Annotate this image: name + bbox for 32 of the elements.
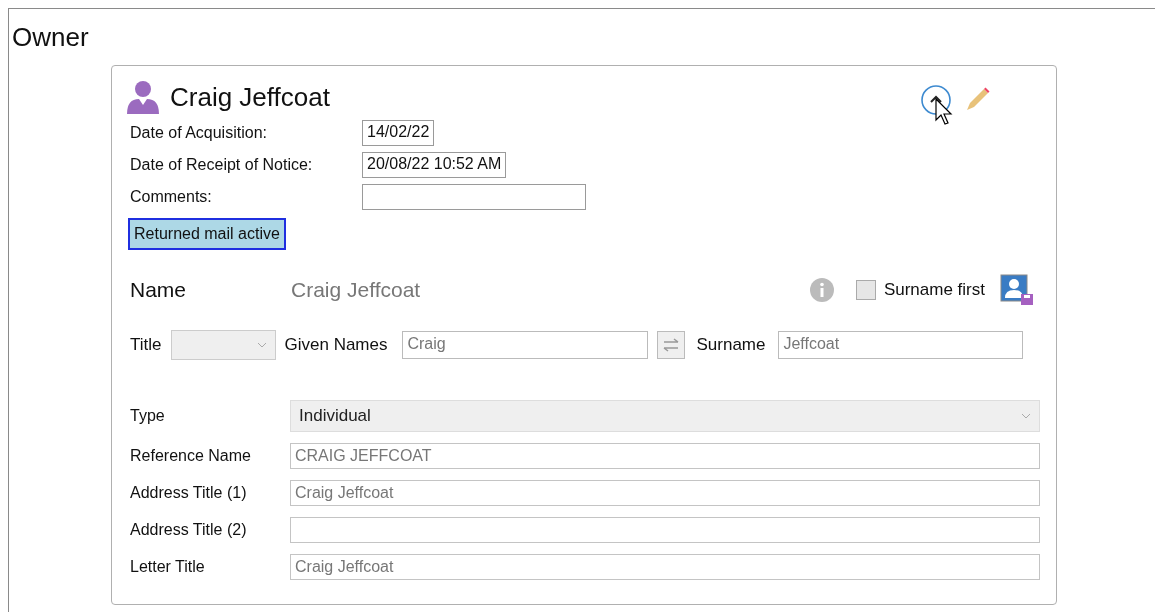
field-label: Letter Title	[130, 558, 206, 576]
section-title: Owner	[12, 21, 90, 53]
field-label: Title	[130, 335, 162, 355]
field-label: Type	[130, 407, 166, 425]
input-field[interactable]: 14/02/22	[362, 120, 435, 146]
input-field[interactable]	[362, 184, 586, 210]
input-field[interactable]: 20/08/22 10:52 AM	[362, 152, 507, 178]
field-label: Address Title (2)	[130, 521, 248, 539]
section-heading: Name	[130, 278, 188, 302]
collapse-button[interactable]	[920, 84, 952, 116]
status-badge: Returned mail active	[128, 218, 286, 250]
field-label: Surname	[696, 335, 766, 355]
info-icon[interactable]	[809, 278, 834, 302]
owner-name: Craig Jeffcoat	[170, 81, 330, 113]
display-name: Craig Jeffcoat	[291, 278, 422, 302]
field-label: Given Names	[284, 335, 388, 355]
field-label: Date of Acquisition:	[130, 124, 268, 142]
cursor-icon	[935, 98, 955, 126]
type-dropdown[interactable]: Individual	[290, 400, 1040, 432]
chevron-down-icon	[1021, 413, 1031, 419]
field-label: Reference Name	[130, 447, 252, 465]
field-label: Date of Receipt of Notice:	[130, 156, 314, 174]
chevron-down-icon	[256, 342, 267, 348]
swap-button[interactable]	[657, 331, 686, 359]
field-label: Address Title (1)	[130, 484, 248, 502]
title-dropdown[interactable]	[170, 330, 276, 360]
save-contact-icon[interactable]	[1000, 274, 1034, 306]
checkbox-label: Surname first	[883, 280, 985, 300]
edit-button[interactable]	[964, 87, 990, 113]
swap-icon	[662, 338, 681, 352]
field-label: Comments:	[130, 188, 213, 206]
person-icon	[126, 80, 160, 114]
